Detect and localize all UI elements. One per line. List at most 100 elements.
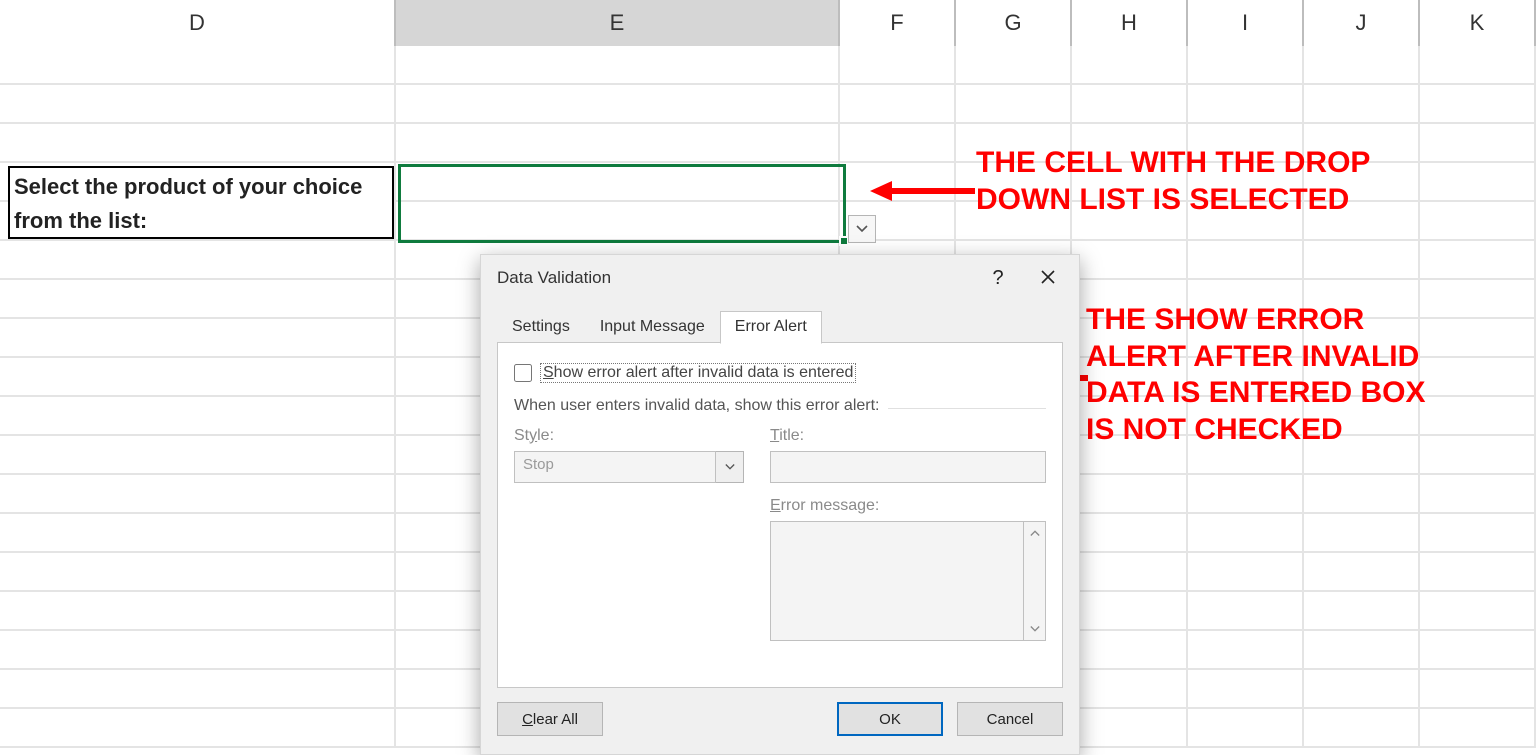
- cell[interactable]: [1420, 709, 1536, 748]
- cell[interactable]: [1420, 280, 1536, 319]
- tab-settings[interactable]: Settings: [497, 311, 585, 343]
- cell[interactable]: [0, 631, 396, 670]
- column-header-D[interactable]: D: [0, 0, 396, 46]
- column-header-K[interactable]: K: [1420, 0, 1536, 46]
- prompt-cell[interactable]: Select the product of your choice from t…: [8, 166, 394, 239]
- cell[interactable]: [840, 124, 956, 163]
- column-header-J[interactable]: J: [1304, 0, 1420, 46]
- cell[interactable]: [1304, 475, 1420, 514]
- cell[interactable]: [1420, 475, 1536, 514]
- cell[interactable]: [1188, 46, 1304, 85]
- cell[interactable]: [1420, 319, 1536, 358]
- cell[interactable]: [1188, 631, 1304, 670]
- cell[interactable]: [1072, 592, 1188, 631]
- close-button[interactable]: [1023, 258, 1073, 298]
- ok-button[interactable]: OK: [837, 702, 943, 736]
- column-header-I[interactable]: I: [1188, 0, 1304, 46]
- style-combobox[interactable]: Stop: [514, 451, 744, 483]
- cell[interactable]: [1420, 202, 1536, 241]
- error-message-textarea[interactable]: [770, 521, 1046, 641]
- cell[interactable]: [1304, 670, 1420, 709]
- cancel-button[interactable]: Cancel: [957, 702, 1063, 736]
- cell[interactable]: [1420, 241, 1536, 280]
- cell[interactable]: [1420, 592, 1536, 631]
- scroll-down-icon[interactable]: [1024, 618, 1045, 640]
- column-header-H[interactable]: H: [1072, 0, 1188, 46]
- cell[interactable]: [1420, 85, 1536, 124]
- cell[interactable]: [1420, 397, 1536, 436]
- cell[interactable]: [1188, 475, 1304, 514]
- cell[interactable]: [1420, 124, 1536, 163]
- cell[interactable]: [0, 514, 396, 553]
- cell[interactable]: [1072, 241, 1188, 280]
- cell[interactable]: [1188, 592, 1304, 631]
- cell[interactable]: [1420, 358, 1536, 397]
- cell[interactable]: [0, 436, 396, 475]
- cell[interactable]: [396, 163, 840, 202]
- cell[interactable]: [0, 358, 396, 397]
- cell[interactable]: [0, 397, 396, 436]
- cell[interactable]: [0, 124, 396, 163]
- tab-error-alert[interactable]: Error Alert: [720, 311, 822, 344]
- tab-input-message[interactable]: Input Message: [585, 311, 720, 343]
- cell[interactable]: [1188, 514, 1304, 553]
- cell[interactable]: [1072, 709, 1188, 748]
- cell[interactable]: [1304, 46, 1420, 85]
- cell[interactable]: [1072, 670, 1188, 709]
- cell[interactable]: [1188, 241, 1304, 280]
- cell[interactable]: [1420, 46, 1536, 85]
- cell[interactable]: [1304, 592, 1420, 631]
- cell[interactable]: [0, 241, 396, 280]
- cell[interactable]: [1304, 631, 1420, 670]
- cell[interactable]: [956, 46, 1072, 85]
- scroll-up-icon[interactable]: [1024, 522, 1045, 544]
- cell[interactable]: [1072, 475, 1188, 514]
- cell[interactable]: [1304, 514, 1420, 553]
- cell[interactable]: [1072, 46, 1188, 85]
- cell[interactable]: [396, 46, 840, 85]
- cell[interactable]: [840, 85, 956, 124]
- cell[interactable]: [0, 475, 396, 514]
- cell[interactable]: [0, 280, 396, 319]
- show-error-alert-checkbox[interactable]: [514, 364, 532, 382]
- column-header-F[interactable]: F: [840, 0, 956, 46]
- column-header-G[interactable]: G: [956, 0, 1072, 46]
- cell[interactable]: [0, 85, 396, 124]
- cell[interactable]: [396, 124, 840, 163]
- cell[interactable]: [0, 670, 396, 709]
- cell[interactable]: [1420, 514, 1536, 553]
- style-dropdown-button[interactable]: [716, 451, 744, 483]
- cell[interactable]: [1304, 709, 1420, 748]
- cell[interactable]: [956, 85, 1072, 124]
- dialog-titlebar[interactable]: Data Validation ?: [481, 255, 1079, 301]
- cell[interactable]: [1188, 709, 1304, 748]
- cell[interactable]: [1188, 553, 1304, 592]
- cell[interactable]: [1072, 553, 1188, 592]
- cell[interactable]: [0, 709, 396, 748]
- cell[interactable]: [1420, 631, 1536, 670]
- cell[interactable]: [1420, 670, 1536, 709]
- cell[interactable]: [0, 319, 396, 358]
- cell[interactable]: [396, 202, 840, 241]
- cell[interactable]: [0, 46, 396, 85]
- cell[interactable]: [396, 85, 840, 124]
- show-error-alert-label[interactable]: Show error alert after invalid data is e…: [540, 363, 856, 383]
- cell[interactable]: [1304, 85, 1420, 124]
- title-input[interactable]: [770, 451, 1046, 483]
- cell[interactable]: [1072, 514, 1188, 553]
- cell[interactable]: [0, 553, 396, 592]
- cell[interactable]: [1304, 553, 1420, 592]
- cell[interactable]: [840, 46, 956, 85]
- cell[interactable]: [1072, 85, 1188, 124]
- clear-all-button[interactable]: Clear All: [497, 702, 603, 736]
- cell[interactable]: [1420, 553, 1536, 592]
- column-header-E[interactable]: E: [396, 0, 840, 46]
- cell[interactable]: [1188, 85, 1304, 124]
- help-button[interactable]: ?: [973, 258, 1023, 298]
- cell-dropdown-button[interactable]: [848, 215, 876, 243]
- cell[interactable]: [0, 592, 396, 631]
- cell[interactable]: [1420, 436, 1536, 475]
- cell[interactable]: [1188, 670, 1304, 709]
- cell[interactable]: [1420, 163, 1536, 202]
- cell[interactable]: [1304, 241, 1420, 280]
